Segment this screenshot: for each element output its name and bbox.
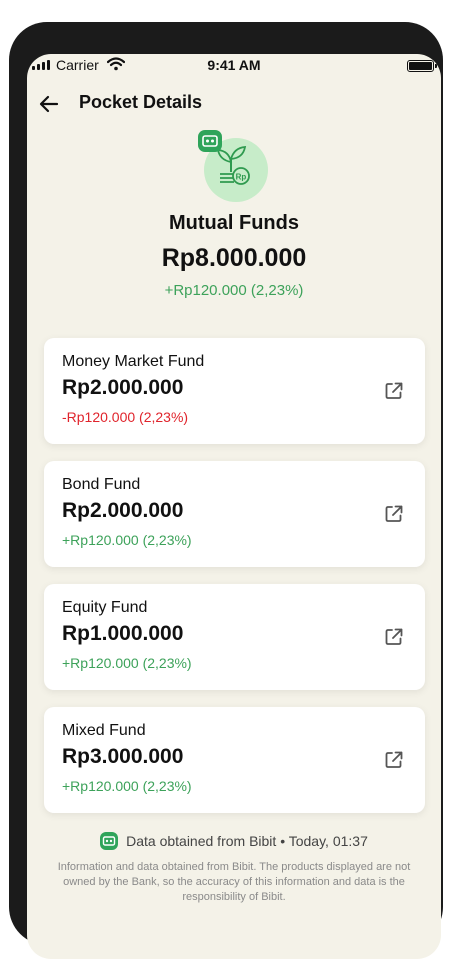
data-source-row: Data obtained from Bibit • Today, 01:37 bbox=[27, 832, 441, 850]
fund-change: -Rp120.000 (2,23%) bbox=[62, 409, 189, 425]
fund-name: Money Market Fund bbox=[62, 353, 205, 370]
battery-icon bbox=[407, 60, 437, 72]
pocket-total: Rp8.000.000 bbox=[161, 244, 307, 272]
fund-amount: Rp1.000.000 bbox=[62, 622, 184, 645]
fund-card-money-market[interactable]: Money Market Fund Rp2.000.000 -Rp120.000… bbox=[44, 338, 425, 444]
fund-change: +Rp120.000 (2,23%) bbox=[62, 778, 192, 794]
fund-amount: Rp3.000.000 bbox=[62, 745, 184, 768]
fund-card-bond[interactable]: Bond Fund Rp2.000.000 +Rp120.000 (2,23%) bbox=[44, 461, 425, 567]
external-link-icon[interactable] bbox=[384, 381, 404, 401]
pocket-name: Mutual Funds bbox=[169, 212, 299, 234]
svg-text:Rp: Rp bbox=[236, 173, 247, 182]
external-link-icon[interactable] bbox=[384, 504, 404, 524]
fund-change: +Rp120.000 (2,23%) bbox=[62, 655, 192, 671]
pocket-change: +Rp120.000 (2,23%) bbox=[164, 282, 304, 299]
fund-name: Bond Fund bbox=[62, 476, 141, 493]
plant-coin-icon: Rp bbox=[198, 130, 268, 202]
page-title: Pocket Details bbox=[79, 92, 203, 112]
fund-name: Equity Fund bbox=[62, 599, 148, 616]
fund-amount: Rp2.000.000 bbox=[62, 499, 184, 522]
bibit-logo-icon bbox=[100, 832, 119, 850]
fund-card-mixed[interactable]: Mixed Fund Rp3.000.000 +Rp120.000 (2,23%… bbox=[44, 707, 425, 813]
external-link-icon[interactable] bbox=[384, 750, 404, 770]
fund-change: +Rp120.000 (2,23%) bbox=[62, 532, 192, 548]
data-source-text: Data obtained from Bibit • Today, 01:37 bbox=[126, 833, 368, 849]
device-frame: Carrier 9:41 AM Pocket Details Rp Mutual… bbox=[9, 22, 443, 959]
clock: 9:41 AM bbox=[207, 57, 261, 73]
status-bar: Carrier 9:41 AM bbox=[27, 54, 441, 78]
arrow-left-icon[interactable] bbox=[37, 92, 61, 116]
disclaimer-text: Information and data obtained from Bibit… bbox=[57, 861, 411, 903]
fund-amount: Rp2.000.000 bbox=[62, 376, 184, 399]
external-link-icon[interactable] bbox=[384, 627, 404, 647]
screen: Carrier 9:41 AM Pocket Details Rp Mutual… bbox=[27, 54, 441, 959]
fund-name: Mixed Fund bbox=[62, 722, 146, 739]
fund-card-equity[interactable]: Equity Fund Rp1.000.000 +Rp120.000 (2,23… bbox=[44, 584, 425, 690]
